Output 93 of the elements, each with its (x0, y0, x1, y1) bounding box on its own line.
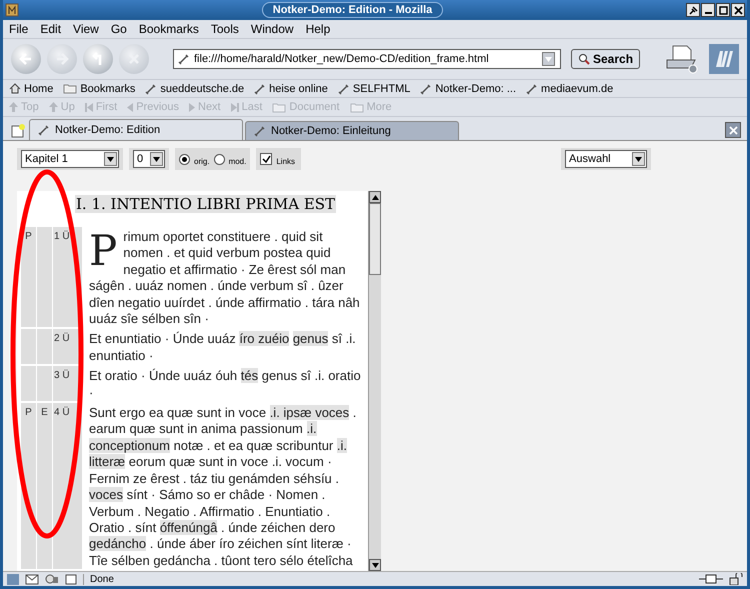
chapter-heading: I. 1. INTENTIO LIBRI PRIMA EST (75, 195, 336, 213)
new-tab-icon[interactable] (9, 122, 27, 140)
radio-label: orig. (194, 156, 210, 166)
bookmark-item[interactable]: heise online (254, 82, 328, 94)
connection-icon (699, 574, 723, 584)
margin-cell (37, 366, 52, 404)
link-icon (38, 124, 50, 136)
window-title: Notker-Demo: Edition - Mozilla (262, 2, 444, 18)
close-button[interactable] (731, 3, 745, 17)
chapter-select[interactable]: Kapitel 1 (21, 150, 119, 168)
tab[interactable]: Notker-Demo: Edition (29, 119, 243, 140)
bookmark-label[interactable]: sueddeutsche.de (160, 82, 244, 94)
margin-cell (21, 366, 36, 404)
folder-icon (350, 102, 364, 112)
menu-item[interactable]: Tools (210, 22, 239, 36)
bookmark-item[interactable]: Notker-Demo: ... (420, 82, 516, 94)
bookmark-label[interactable]: mediaevum.de (541, 82, 614, 94)
links-checkbox[interactable] (260, 153, 272, 165)
chat-icon[interactable] (45, 574, 59, 584)
link-icon (254, 125, 266, 137)
scrollbar-thumb[interactable] (369, 203, 381, 275)
up-arrow-icon[interactable] (372, 194, 378, 200)
folder-icon (272, 102, 286, 112)
radio-label: mod. (228, 156, 246, 166)
notebook-icon[interactable] (65, 574, 77, 584)
up-arrow-icon (9, 102, 18, 112)
caret-icon (153, 156, 160, 162)
bookmark-label[interactable]: Notker-Demo: ... (435, 82, 516, 94)
menu-item[interactable]: Window (250, 22, 294, 36)
padlock-icon (729, 573, 743, 585)
back-arrow-icon (19, 52, 33, 66)
search-icon (578, 53, 590, 65)
close-icon (734, 6, 742, 14)
close-tab-button[interactable] (725, 122, 741, 138)
margin-cell (37, 329, 52, 366)
link-icon (338, 82, 350, 94)
folder-icon (63, 83, 78, 94)
bookmark-label[interactable]: Home (24, 82, 54, 94)
bookmark-item[interactable]: Bookmarks (63, 82, 136, 94)
number-select[interactable]: 0 (133, 150, 165, 168)
paragraph: Et oratio · Únde uuáz óuh tés genus sî .i. oratio · (88, 367, 362, 402)
menu-item[interactable]: File (9, 22, 28, 36)
stop-icon (127, 52, 141, 66)
tab[interactable]: Notker-Demo: Einleitung (245, 121, 459, 140)
pin-button[interactable] (686, 3, 700, 17)
link-icon (145, 82, 158, 94)
search-button[interactable]: Search (571, 49, 640, 69)
minimize-icon (704, 12, 712, 14)
bookmark-label[interactable]: heise online (269, 82, 328, 94)
margin-cell: P (21, 227, 36, 330)
link-icon (526, 82, 538, 94)
status-text: Done (83, 574, 693, 584)
menu-item[interactable]: Go (110, 22, 127, 36)
radio-button[interactable] (214, 154, 225, 164)
bookmark-item[interactable]: Home (9, 82, 54, 94)
scrollbar[interactable] (368, 191, 381, 571)
close-icon (728, 126, 738, 134)
caret-icon (635, 156, 642, 162)
mail-icon[interactable] (25, 574, 39, 584)
forward-arrow-icon (55, 52, 69, 66)
menu-item[interactable]: View (73, 22, 99, 36)
radio-button[interactable] (179, 154, 190, 164)
caret-icon (107, 156, 114, 162)
last-icon (230, 102, 239, 112)
bookmark-item[interactable]: mediaevum.de (526, 82, 614, 94)
link-icon (420, 82, 432, 94)
maximize-button[interactable] (716, 3, 730, 17)
bookmark-item[interactable]: SELFHTML (338, 82, 410, 94)
up-arrow-icon (48, 102, 58, 112)
bookmark-label[interactable]: Bookmarks (80, 82, 136, 94)
link-icon (254, 82, 266, 94)
paragraph: Sunt ergo ea quæ sunt in voce .i. ipsæ voces . earum quæ sunt in anima passionum .i. conceptionum notæ . et ea quæ scribuntur .i. litteræ eorum quæ sunt in voce .i. vocum · Fernim ze êrest . táz tiu genámden séhsíu . voces sínt · Sámo so er châde · Nomen . Verbum . Negatio . Affirmatio . Enuntiatio . Oratio . sínt óffenúngâ . únde zéichen dero gedáncho . únde áber íro zéichen sínt literæ · Tîe sélben gedáncha . tûont tero sélo ételîcha (88, 404, 358, 570)
menu-item[interactable]: Edit (40, 22, 62, 36)
caret-icon (545, 56, 552, 62)
right-triangle-icon (189, 102, 195, 112)
app-icon[interactable] (5, 3, 19, 17)
margin-cell (21, 329, 36, 366)
pin-icon (688, 6, 698, 14)
minimize-button[interactable] (701, 3, 715, 17)
menu-item[interactable]: Help (306, 22, 330, 36)
down-arrow-icon[interactable] (372, 562, 378, 568)
printer-icon[interactable] (665, 44, 699, 74)
choice-select[interactable]: Auswahl (565, 150, 648, 168)
url-field[interactable]: file:///home/harald/Notker_new/Demo-CD/edition_frame.html (173, 49, 561, 69)
maximize-icon (718, 6, 728, 14)
first-icon (84, 102, 93, 112)
margin-cell: E (37, 403, 52, 571)
bookmark-item[interactable]: sueddeutsche.de (145, 82, 244, 94)
checkbox-label: Links (276, 156, 296, 166)
menu-item[interactable]: Bookmarks (138, 22, 199, 36)
home-icon (9, 83, 21, 94)
bookmark-label[interactable]: SELFHTML (352, 82, 410, 94)
left-triangle-icon (127, 102, 134, 112)
